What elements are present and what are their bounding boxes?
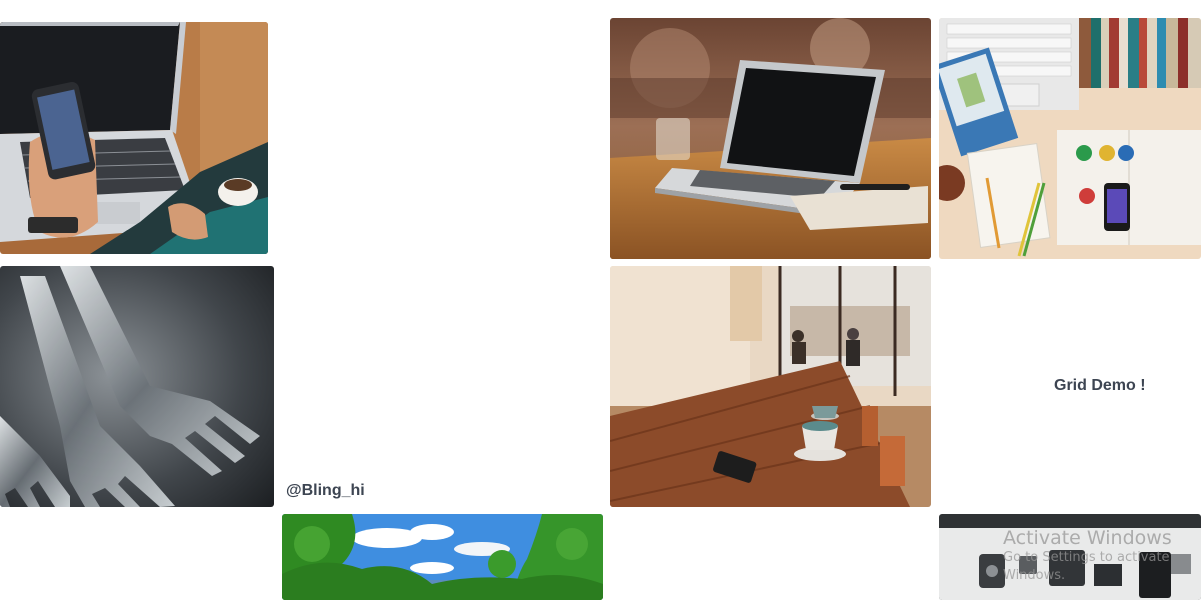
handle-label[interactable]: @Bling_hi [286, 482, 365, 500]
photo-laptop-on-table[interactable] [610, 18, 931, 259]
photo-desk-flatlay[interactable] [939, 18, 1201, 259]
photo-cafe-table[interactable] [610, 266, 931, 507]
grid-demo-title: Grid Demo ! [1054, 377, 1146, 394]
photo-gadgets[interactable] [939, 514, 1201, 600]
photo-grid: @Bling_hi Grid Demo ! Activate Windows G… [0, 0, 1201, 600]
photo-laptop-hand-phone[interactable] [0, 22, 268, 254]
photo-forest[interactable] [282, 514, 603, 600]
photo-forks[interactable] [0, 266, 274, 507]
